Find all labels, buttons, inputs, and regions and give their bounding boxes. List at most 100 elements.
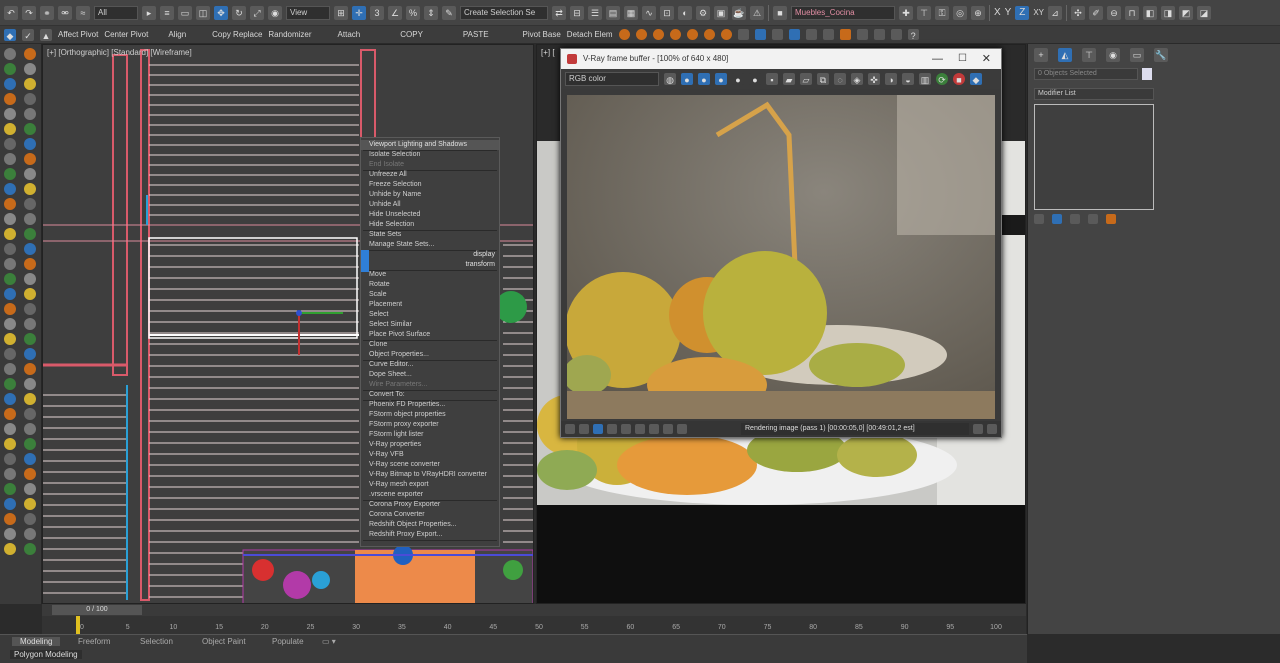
move-icon[interactable]: ✥ [214, 5, 228, 20]
tool-icon[interactable] [4, 138, 16, 150]
tool-icon[interactable] [24, 303, 36, 315]
tool-icon[interactable] [4, 63, 16, 75]
rotate-icon[interactable]: ↻ [232, 5, 246, 20]
axis-constraints-icon[interactable]: ⊿ [1048, 5, 1063, 20]
fstorm-icon[interactable] [618, 29, 630, 40]
tool-icon[interactable] [24, 528, 36, 540]
quad-menu-item[interactable]: Hide Selection [361, 220, 499, 230]
copy-replace-button[interactable]: Copy Replace [212, 30, 262, 39]
quad-menu-item[interactable]: Unfreeze All [361, 170, 499, 180]
tool-icon[interactable] [24, 498, 36, 510]
vray-fur-icon[interactable] [788, 29, 800, 40]
vray-icon[interactable] [737, 29, 749, 40]
paste-button[interactable]: PASTE [463, 30, 489, 39]
tool-icon[interactable] [4, 93, 16, 105]
affect-pivot-button[interactable]: Affect Pivot [58, 30, 98, 39]
tool-icon[interactable] [24, 213, 36, 225]
tool-icon[interactable] [24, 168, 36, 180]
viewport-label[interactable]: [+] [Orthographic] [Standard] [Wireframe… [47, 48, 192, 57]
layer-explorer-icon[interactable]: ▤ [606, 5, 620, 20]
quad-menu-item[interactable]: Move [361, 270, 499, 280]
select-manipulate-icon[interactable]: ✛ [352, 5, 366, 20]
motion-tab-icon[interactable]: ◉ [1106, 48, 1120, 62]
minimize-icon[interactable]: — [932, 49, 943, 69]
rendered-frame-window-icon[interactable]: ▣ [714, 5, 728, 20]
tool-icon[interactable] [24, 153, 36, 165]
tool-icon[interactable] [4, 153, 16, 165]
quad-menu-item[interactable]: Convert To: [361, 390, 499, 400]
tool-icon[interactable] [24, 543, 36, 555]
link-icon[interactable]: ⚭ [40, 5, 54, 20]
tool-icon[interactable] [24, 513, 36, 525]
quad-menu-item[interactable]: Redshift Object Properties... [361, 520, 499, 530]
maximize-icon[interactable]: ☐ [958, 49, 967, 69]
tool-icon[interactable] [4, 378, 16, 390]
clear-icon[interactable]: ▱ [800, 73, 812, 85]
window-crossing-icon[interactable]: ◫ [196, 5, 210, 20]
quad-menu-item[interactable]: V-Ray properties [361, 440, 499, 450]
tool-icon[interactable] [24, 78, 36, 90]
fstorm-camera-icon[interactable] [686, 29, 698, 40]
attach-button[interactable]: Attach [338, 30, 361, 39]
selection-filter-dropdown[interactable]: All [94, 5, 138, 20]
tool-icon[interactable] [4, 228, 16, 240]
quad-menu-item[interactable]: Place Pivot Surface [361, 330, 499, 340]
link-to-3dsmax-icon[interactable]: ◑ [885, 73, 897, 85]
remove-modifier-icon[interactable] [1088, 214, 1098, 224]
pivot-base-button[interactable]: Pivot Base [523, 30, 561, 39]
tool-icon[interactable] [4, 393, 16, 405]
close-icon[interactable]: ✕ [982, 49, 991, 69]
status-tool-icon[interactable] [565, 424, 575, 434]
quad-menu-item[interactable]: End Isolate [361, 160, 499, 170]
blue-channel-icon[interactable]: ● [715, 73, 727, 85]
tool-icon[interactable] [24, 363, 36, 375]
vray-vfb-icon[interactable] [890, 29, 902, 40]
fstorm-render-icon[interactable] [635, 29, 647, 40]
axis-xy-button[interactable]: XY [1033, 8, 1044, 17]
tool-icon[interactable] [24, 453, 36, 465]
render-production-icon[interactable]: ☕ [732, 5, 746, 20]
lens-effects-icon[interactable]: ◒ [902, 73, 914, 85]
corona-light-icon[interactable] [720, 29, 732, 40]
tool-icon[interactable] [24, 108, 36, 120]
tool-icon[interactable] [4, 543, 16, 555]
tool-icon[interactable] [4, 48, 16, 60]
tool-icon[interactable] [4, 168, 16, 180]
quad-menu-item[interactable]: Freeze Selection [361, 180, 499, 190]
tool-icon[interactable] [24, 48, 36, 60]
make-unique-icon[interactable] [1070, 214, 1080, 224]
bind-space-warp-icon[interactable]: ≈ [76, 5, 90, 20]
quad-menu-item[interactable]: Dope Sheet... [361, 370, 499, 380]
tool-icon[interactable] [4, 468, 16, 480]
modifier-stack[interactable] [1034, 104, 1154, 210]
tab-modeling[interactable]: Modeling [12, 637, 61, 646]
quad-menu-item[interactable]: FStorm object properties [361, 410, 499, 420]
save-image-icon[interactable]: ◍ [664, 73, 676, 85]
status-tool-icon[interactable] [649, 424, 659, 434]
boolean-icon[interactable]: ⊖ [1107, 5, 1122, 20]
vray-sun-icon[interactable] [839, 29, 851, 40]
alpha-channel-icon[interactable]: ● [732, 73, 744, 85]
corona-icon[interactable] [703, 29, 715, 40]
vray-plane-icon[interactable] [805, 29, 817, 40]
scale-icon[interactable]: ⤢ [250, 5, 264, 20]
tab-object-paint[interactable]: Object Paint [202, 637, 246, 646]
extra-tool3-icon[interactable]: ◪ [1197, 5, 1212, 20]
quad-menu-item[interactable]: Scale [361, 290, 499, 300]
viewport-label[interactable]: [+] [ [541, 48, 555, 57]
quad-menu-item[interactable]: V-Ray mesh export [361, 480, 499, 490]
tool-icon[interactable] [24, 138, 36, 150]
align-icon[interactable]: ⊟ [570, 5, 584, 20]
tool-icon[interactable] [24, 318, 36, 330]
stop-render-icon[interactable]: ■ [953, 73, 965, 85]
status-tool-icon[interactable] [621, 424, 631, 434]
tool-icon[interactable] [24, 333, 36, 345]
quad-menu-item[interactable]: Corona Proxy Exporter [361, 500, 499, 510]
hierarchy-tab-icon[interactable]: ⊤ [1082, 48, 1096, 62]
display-tab-icon[interactable]: ▭ [1130, 48, 1144, 62]
tool-icon[interactable] [4, 318, 16, 330]
status-tool-icon[interactable] [663, 424, 673, 434]
fstorm-material-icon[interactable] [669, 29, 681, 40]
macro-icon[interactable]: ✓ [22, 28, 34, 41]
mirror-icon[interactable]: ⇄ [552, 5, 566, 20]
